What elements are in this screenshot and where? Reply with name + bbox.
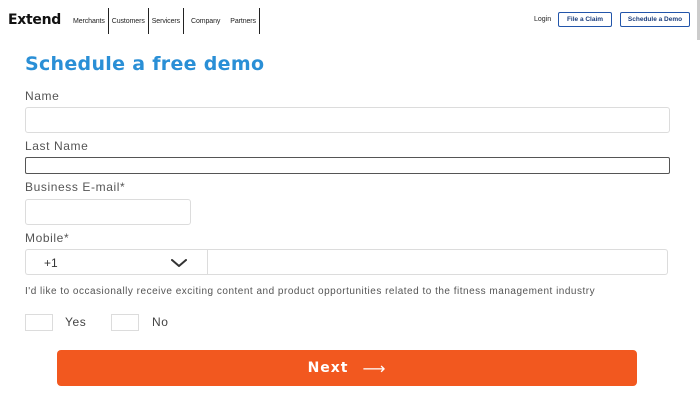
nav-merchants[interactable]: Merchants xyxy=(70,8,108,34)
arrow-right-icon: ⟶ xyxy=(362,358,387,378)
country-code-select[interactable]: +1 xyxy=(25,249,207,275)
consent-text: I'd like to occasionally receive excitin… xyxy=(25,286,596,297)
nav-partners[interactable]: Partners xyxy=(227,8,259,34)
next-button[interactable]: Next ⟶ xyxy=(57,350,637,386)
email-field[interactable] xyxy=(25,199,191,225)
schedule-demo-button[interactable]: Schedule a Demo xyxy=(620,12,690,27)
nav-customers[interactable]: Customers xyxy=(109,8,148,34)
login-link[interactable]: Login xyxy=(534,16,551,23)
extend-logo[interactable]: Extend xyxy=(8,12,61,28)
country-code-value: +1 xyxy=(44,256,58,270)
file-claim-button[interactable]: File a Claim xyxy=(558,12,612,27)
nav-servicers[interactable]: Servicers xyxy=(149,8,183,34)
mobile-label: Mobile* xyxy=(25,231,70,245)
yes-checkbox[interactable] xyxy=(25,314,53,331)
nav-divider xyxy=(258,8,260,34)
main-nav: Merchants Customers Servicers Company Pa… xyxy=(70,8,260,34)
phone-input[interactable] xyxy=(207,249,668,275)
page-title: Schedule a free demo xyxy=(25,53,265,75)
no-checkbox[interactable] xyxy=(111,314,139,331)
chevron-down-icon xyxy=(171,259,187,267)
last-name-label: Last Name xyxy=(25,139,89,153)
no-label: No xyxy=(152,315,169,329)
yes-label: Yes xyxy=(65,315,87,329)
site-header: Extend Merchants Customers Servicers Com… xyxy=(0,0,700,40)
name-field[interactable] xyxy=(25,107,670,133)
name-label: Name xyxy=(25,89,60,103)
email-label: Business E-mail* xyxy=(25,180,126,194)
last-name-field[interactable] xyxy=(25,157,670,174)
nav-company[interactable]: Company xyxy=(184,8,227,34)
next-button-label: Next xyxy=(307,360,349,376)
